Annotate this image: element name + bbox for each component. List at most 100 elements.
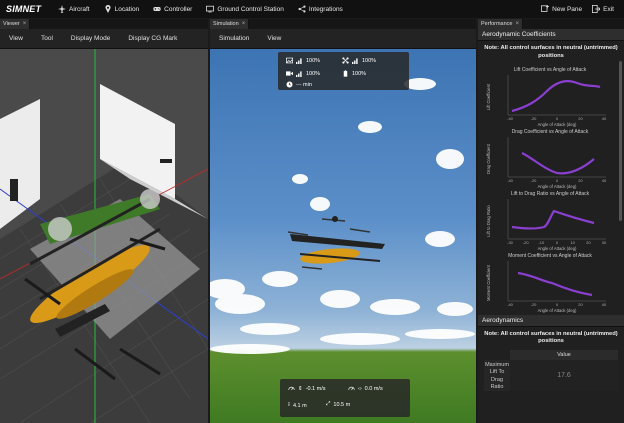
chart-axes bbox=[507, 198, 606, 239]
simulation-panel: Simulation × Simulation View 100% 100% 1… bbox=[210, 19, 476, 423]
y-axis-label: Lift Coefficient bbox=[486, 83, 491, 110]
airplane-icon bbox=[58, 5, 66, 13]
sim-menu-view[interactable]: View bbox=[258, 35, 290, 42]
gauge-icon bbox=[288, 386, 295, 391]
nav-location[interactable]: Location bbox=[104, 5, 140, 13]
drone-model bbox=[287, 216, 385, 270]
nav-integrations-label: Integrations bbox=[308, 5, 343, 13]
clock-icon bbox=[286, 81, 293, 88]
aerodynamics-table: Value Maximum Lift To Drag Ratio 17.6 bbox=[484, 350, 618, 391]
signal-icon bbox=[296, 71, 302, 77]
row-value: 17.6 bbox=[510, 360, 618, 391]
chart-plot-3: -40 -20 0 20 40 Angle of Attack (deg) Moment C… bbox=[486, 260, 607, 313]
chart-series-line bbox=[521, 151, 595, 175]
nav-ground-control-station[interactable]: Ground Control Station bbox=[206, 5, 284, 13]
nav-aircraft[interactable]: Aircraft bbox=[58, 5, 90, 13]
tab-viewer[interactable]: Viewer × bbox=[0, 19, 31, 29]
viewer-panel: Viewer × View Tool Display Mode Display … bbox=[0, 19, 208, 423]
table-header-value: Value bbox=[510, 350, 618, 361]
signal-icon bbox=[352, 58, 358, 64]
row-label: Maximum Lift To Drag Ratio bbox=[484, 360, 510, 391]
altitude-arrow-icon: ⭱ bbox=[288, 402, 290, 408]
viewer-menu-display-cg-mark[interactable]: Display CG Mark bbox=[119, 35, 186, 42]
scrollbar[interactable] bbox=[619, 61, 622, 221]
simulation-menu: Simulation View bbox=[210, 29, 476, 49]
signal-2-value: 100% bbox=[362, 57, 377, 64]
new-pane-icon bbox=[541, 5, 550, 12]
battery-value: 100% bbox=[352, 70, 367, 77]
exit-button[interactable]: Exit bbox=[592, 5, 614, 13]
x-tick-label: -10 bbox=[538, 240, 545, 245]
x-tick-label: 40 bbox=[602, 116, 607, 121]
x-tick-label: -20 bbox=[523, 240, 530, 245]
tab-performance-label: Performance bbox=[481, 21, 513, 27]
x-tick-label: 40 bbox=[602, 302, 607, 307]
nav-location-label: Location bbox=[114, 5, 140, 13]
chart-series-line bbox=[511, 209, 595, 230]
gauge-icon bbox=[348, 386, 355, 391]
sim-menu-simulation[interactable]: Simulation bbox=[210, 35, 258, 42]
table-row: Maximum Lift To Drag Ratio 17.6 bbox=[484, 360, 618, 391]
tab-simulation[interactable]: Simulation × bbox=[210, 19, 250, 29]
viewer-menu: View Tool Display Mode Display CG Mark bbox=[0, 29, 208, 49]
simulation-viewport[interactable]: 100% 100% 100% 100% --- min ⇕ -0.1 m/s ‹… bbox=[210, 49, 476, 423]
chart-series-line bbox=[517, 271, 593, 296]
nav-controller-label: Controller bbox=[164, 5, 193, 13]
x-tick-label: -20 bbox=[531, 302, 538, 307]
image-icon bbox=[286, 57, 293, 64]
x-tick-label: 0 bbox=[556, 240, 559, 245]
section-aero-coefficients-title: Aerodynamic Coefficients bbox=[482, 31, 556, 38]
app-logo: SIMNET bbox=[6, 4, 42, 14]
viewer-menu-view[interactable]: View bbox=[0, 35, 32, 42]
gamepad-icon bbox=[153, 7, 161, 11]
nav-controller[interactable]: Controller bbox=[153, 5, 192, 13]
chart-title: Drag Coefficient vs Angle of Attack bbox=[511, 128, 589, 135]
x-axis-label: Angle of Attack (deg) bbox=[538, 308, 577, 313]
chart-axes bbox=[507, 74, 606, 115]
vertical-speed-value: -0.1 m/s bbox=[305, 385, 326, 392]
x-tick-label: 0 bbox=[556, 302, 559, 307]
location-pin-icon bbox=[105, 5, 111, 13]
flight-time-value: --- min bbox=[296, 81, 312, 88]
note-text-2: Note: All control surfaces in neutral (u… bbox=[484, 330, 618, 345]
tab-simulation-label: Simulation bbox=[213, 21, 239, 27]
y-axis-label: Moment Coefficient bbox=[486, 264, 491, 301]
signal-1-value: 100% bbox=[306, 57, 321, 64]
chart-2: -30 -20 -10 0 10 20 30 Angle of Attack (deg) Lif… bbox=[482, 191, 618, 251]
x-tick-label: 20 bbox=[586, 240, 591, 245]
viewer-menu-display-mode[interactable]: Display Mode bbox=[62, 35, 119, 42]
x-tick-label: 20 bbox=[578, 178, 583, 183]
x-axis-label: Angle of Attack (deg) bbox=[538, 122, 577, 127]
x-axis-label: Angle of Attack (deg) bbox=[538, 246, 577, 251]
signal-3-value: 100% bbox=[306, 70, 321, 77]
chart-title: Lift Coefficient vs Angle of Attack bbox=[513, 66, 587, 73]
close-icon[interactable]: × bbox=[516, 21, 520, 27]
x-tick-label: 20 bbox=[578, 116, 583, 121]
close-icon[interactable]: × bbox=[23, 21, 27, 27]
new-pane-button[interactable]: New Pane bbox=[541, 5, 582, 13]
chart-title: Lift to Drag Ratio vs Angle of Attack bbox=[510, 190, 590, 197]
horizontal-arrows-icon: ‹› bbox=[358, 385, 362, 392]
altitude-value: 4.1 m bbox=[292, 402, 307, 409]
section-aero-coefficients-header[interactable]: Aerodynamic Coefficients bbox=[478, 29, 624, 41]
nav-ground-control-station-label: Ground Control Station bbox=[217, 5, 284, 13]
x-tick-label: 20 bbox=[578, 302, 583, 307]
nav-integrations[interactable]: Integrations bbox=[298, 5, 343, 13]
chart-1: -40 -20 0 20 40 Angle of Attack (deg) Drag Coe… bbox=[482, 129, 618, 189]
chart-title: Moment Coefficient vs Angle of Attack bbox=[508, 252, 592, 259]
viewer-menu-tool[interactable]: Tool bbox=[32, 35, 62, 42]
chart-plot-0: -40 -20 0 20 40 Angle of Attack (deg) Lift Coe… bbox=[486, 74, 607, 127]
nav-aircraft-label: Aircraft bbox=[69, 5, 90, 13]
battery-icon bbox=[343, 70, 348, 77]
exit-label: Exit bbox=[603, 5, 614, 13]
section-aerodynamics-header[interactable]: Aerodynamics bbox=[478, 314, 624, 327]
viewer-3d-canvas[interactable] bbox=[0, 49, 208, 423]
note-text: Note: All control surfaces in neutral (u… bbox=[484, 45, 618, 59]
simulation-scene bbox=[210, 78, 475, 354]
new-pane-label: New Pane bbox=[552, 5, 583, 13]
chart-3: -40 -20 0 20 40 Angle of Attack (deg) Moment C… bbox=[482, 253, 618, 313]
drone-icon bbox=[342, 57, 349, 64]
close-icon[interactable]: × bbox=[242, 21, 246, 27]
x-tick-label: 40 bbox=[602, 178, 607, 183]
tab-performance[interactable]: Performance × bbox=[478, 19, 524, 29]
